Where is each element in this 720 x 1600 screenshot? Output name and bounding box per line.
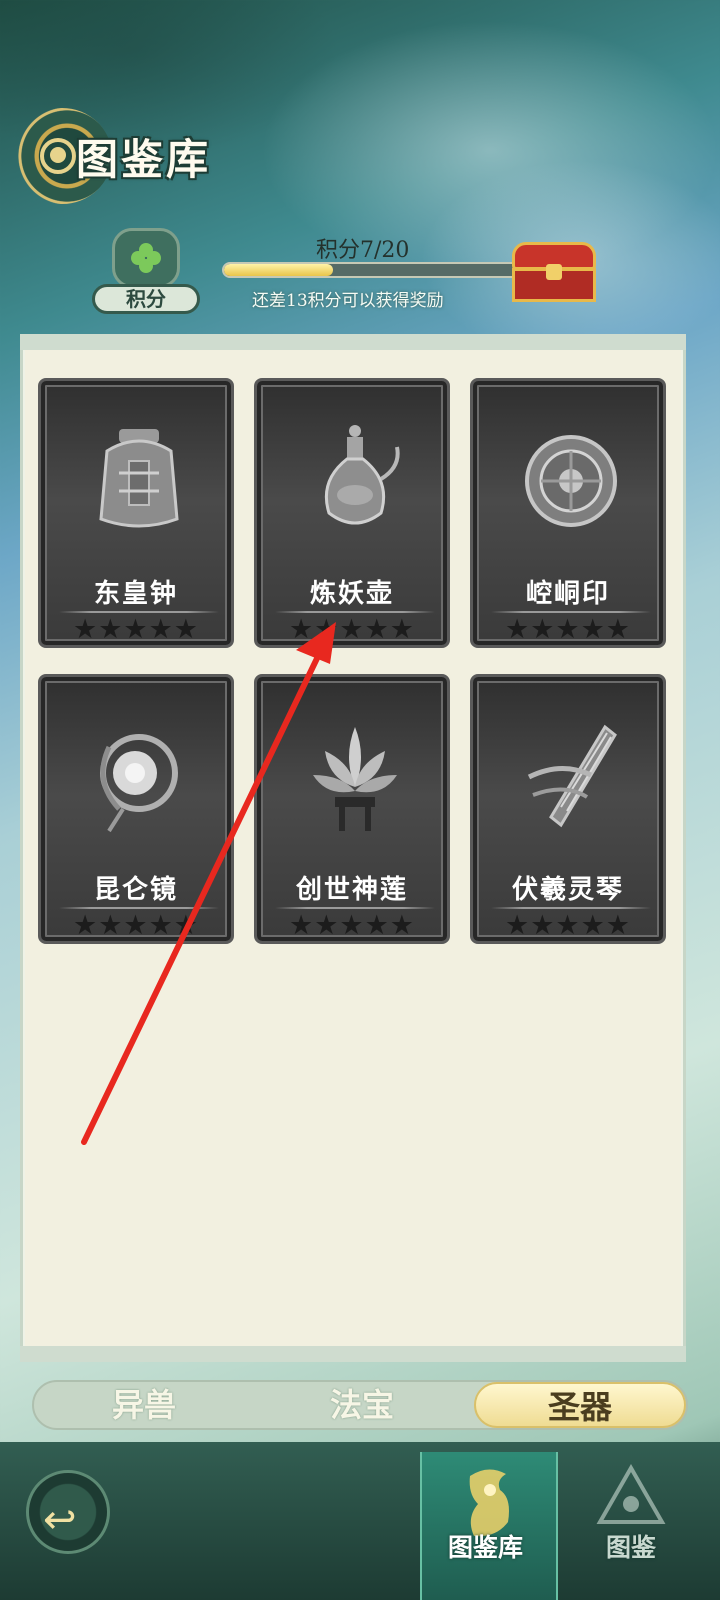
card-name: 昆仑镜 [93,875,178,905]
points-badge-label: 积分 [92,284,200,314]
guide-emblem-icon [596,1464,666,1524]
tab-beasts[interactable]: 异兽 [74,1382,214,1428]
card-divider [59,907,219,909]
card-name: 崆峒印 [525,579,610,609]
card-name: 炼妖壶 [309,579,394,609]
card-divider [59,611,219,613]
card-divider [275,907,435,909]
mirror-icon [100,734,178,833]
card-item[interactable]: 东皇钟 ★★★★★ [38,378,234,648]
panel-bottom-rim [20,1346,686,1362]
score-text: 积分7/20 [316,238,410,263]
panel-top-rim [20,334,686,350]
card-item[interactable]: 伏羲灵琴 ★★★★★ [470,674,666,944]
card-stars: ★★★★★ [288,910,416,941]
points-badge[interactable]: 积分 [88,228,204,320]
treasure-chest-icon[interactable] [506,236,602,308]
category-tabs: 异兽 法宝 圣器 [32,1380,688,1430]
card-name: 东皇钟 [93,579,178,609]
tab-treasures[interactable]: 法宝 [292,1382,432,1428]
tab-sacred-artifacts[interactable]: 圣器 [474,1382,686,1428]
card-item[interactable]: 昆仑镜 ★★★★★ [38,674,234,944]
nav-item-collection-label: 图鉴库 [448,1533,524,1562]
card-item[interactable]: 崆峒印 ★★★★★ [470,378,666,648]
card-item[interactable]: 炼妖壶 ★★★★★ [254,378,450,648]
card-stars: ★★★★★ [288,614,416,645]
card-stars: ★★★★★ [504,614,632,645]
page-header: 图鉴库 [12,104,312,204]
nav-item-guide-label: 图鉴 [606,1533,657,1562]
card-stars: ★★★★★ [72,910,200,941]
back-button[interactable]: ↩ [26,1470,110,1554]
seal-icon [525,435,617,527]
card-item[interactable]: 创世神莲 ★★★★★ [254,674,450,944]
card-stars: ★★★★★ [504,910,632,941]
clover-icon [112,228,180,288]
back-arrow-icon: ↩ [43,1497,77,1543]
lotus-icon [313,727,397,831]
qin-instrument-icon [527,724,617,828]
page-title: 图鉴库 [76,135,212,184]
card-name: 创世神莲 [295,875,408,905]
reward-hint: 还差13积分可以获得奖励 [252,291,444,311]
points-progress-fill [224,264,334,276]
points-progress-bar [222,262,538,278]
bell-icon [99,429,179,528]
vase-icon [324,425,400,525]
card-divider [491,907,651,909]
card-divider [275,611,435,613]
nav-item-collection[interactable] [420,1452,558,1600]
card-divider [491,611,651,613]
card-stars: ★★★★★ [72,614,200,645]
card-name: 伏羲灵琴 [511,875,624,905]
